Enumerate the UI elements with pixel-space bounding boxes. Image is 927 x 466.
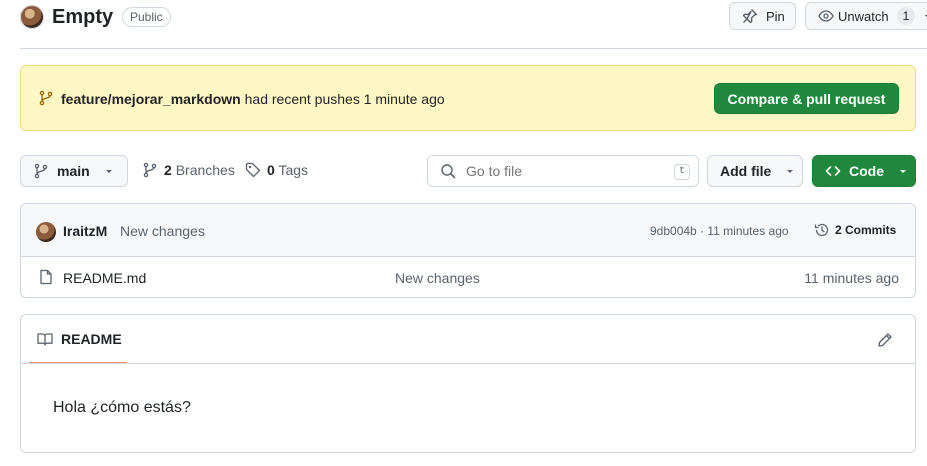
tags-link[interactable]: 0 Tags bbox=[245, 162, 308, 178]
readme-panel: README Hola ¿cómo estás? bbox=[20, 314, 916, 453]
commit-author[interactable]: IraitzM bbox=[63, 223, 107, 239]
git-branch-icon bbox=[38, 90, 54, 106]
visibility-badge: Public bbox=[122, 7, 171, 27]
chevron-down-icon bbox=[923, 11, 927, 21]
branches-count: 2 bbox=[164, 162, 172, 178]
file-name[interactable]: README.md bbox=[63, 270, 146, 286]
watch-label: Unwatch bbox=[838, 8, 889, 24]
chevron-down-icon bbox=[785, 166, 795, 176]
tags-label: Tags bbox=[278, 162, 309, 178]
chevron-down-icon bbox=[104, 166, 114, 176]
watch-count: 1 bbox=[896, 7, 916, 25]
tab-readme[interactable]: README bbox=[29, 315, 127, 364]
table-row[interactable]: README.md New changes 11 minutes ago bbox=[21, 257, 915, 297]
code-label: Code bbox=[849, 163, 884, 179]
banner-text: had recent pushes 1 minute ago bbox=[244, 91, 445, 107]
file-icon bbox=[38, 269, 54, 285]
pin-button[interactable]: Pin bbox=[729, 2, 796, 30]
commits-label: 2 Commits bbox=[835, 223, 897, 237]
code-icon bbox=[825, 163, 841, 179]
commit-message[interactable]: New changes bbox=[120, 223, 205, 239]
readme-divider bbox=[21, 363, 915, 364]
code-button[interactable]: Code bbox=[812, 155, 916, 187]
readme-tab-label: README bbox=[61, 330, 122, 347]
pencil-icon[interactable] bbox=[877, 332, 893, 348]
chevron-down-icon bbox=[898, 166, 908, 176]
keyboard-shortcut-hint: t bbox=[674, 164, 690, 180]
history-icon bbox=[814, 222, 830, 238]
tags-count: 0 bbox=[267, 162, 275, 178]
add-file-label: Add file bbox=[720, 163, 772, 179]
go-to-file-input[interactable] bbox=[466, 163, 666, 179]
repo-owner-avatar[interactable] bbox=[20, 5, 44, 29]
git-branch-icon bbox=[142, 162, 158, 178]
branch-name: main bbox=[57, 163, 90, 179]
banner-branch-name[interactable]: feature/mejorar_markdown bbox=[61, 91, 241, 107]
branch-selector[interactable]: main bbox=[20, 155, 128, 187]
commits-history-link[interactable]: 2 Commits bbox=[814, 222, 896, 238]
git-branch-icon bbox=[33, 163, 49, 179]
branches-link[interactable]: 2 Branches bbox=[142, 162, 235, 178]
book-icon bbox=[37, 331, 53, 347]
branches-label: Branches bbox=[175, 162, 235, 178]
readme-content: Hola ¿cómo estás? bbox=[53, 399, 191, 416]
tag-icon bbox=[245, 162, 261, 178]
pin-icon bbox=[742, 8, 758, 24]
file-commit-time: 11 minutes ago bbox=[804, 270, 899, 286]
avatar[interactable] bbox=[36, 222, 56, 242]
header-divider bbox=[20, 48, 927, 49]
watch-button[interactable]: Unwatch 1 bbox=[805, 2, 927, 30]
banner-message: feature/mejorar_markdown had recent push… bbox=[61, 89, 445, 109]
compare-pull-request-button[interactable]: Compare & pull request bbox=[714, 83, 899, 114]
pin-label: Pin bbox=[766, 8, 785, 24]
file-browser: IraitzM New changes 9db004b · 11 minutes… bbox=[20, 203, 916, 298]
repo-title[interactable]: Empty bbox=[52, 5, 113, 29]
file-commit-message[interactable]: New changes bbox=[395, 270, 480, 286]
add-file-button[interactable]: Add file bbox=[707, 155, 803, 187]
go-to-file-search[interactable]: t bbox=[427, 155, 699, 187]
latest-commit-row: IraitzM New changes 9db004b · 11 minutes… bbox=[21, 204, 915, 257]
eye-icon bbox=[818, 8, 834, 24]
commit-hash-time[interactable]: 9db004b · 11 minutes ago bbox=[650, 223, 789, 239]
search-icon bbox=[440, 163, 456, 179]
